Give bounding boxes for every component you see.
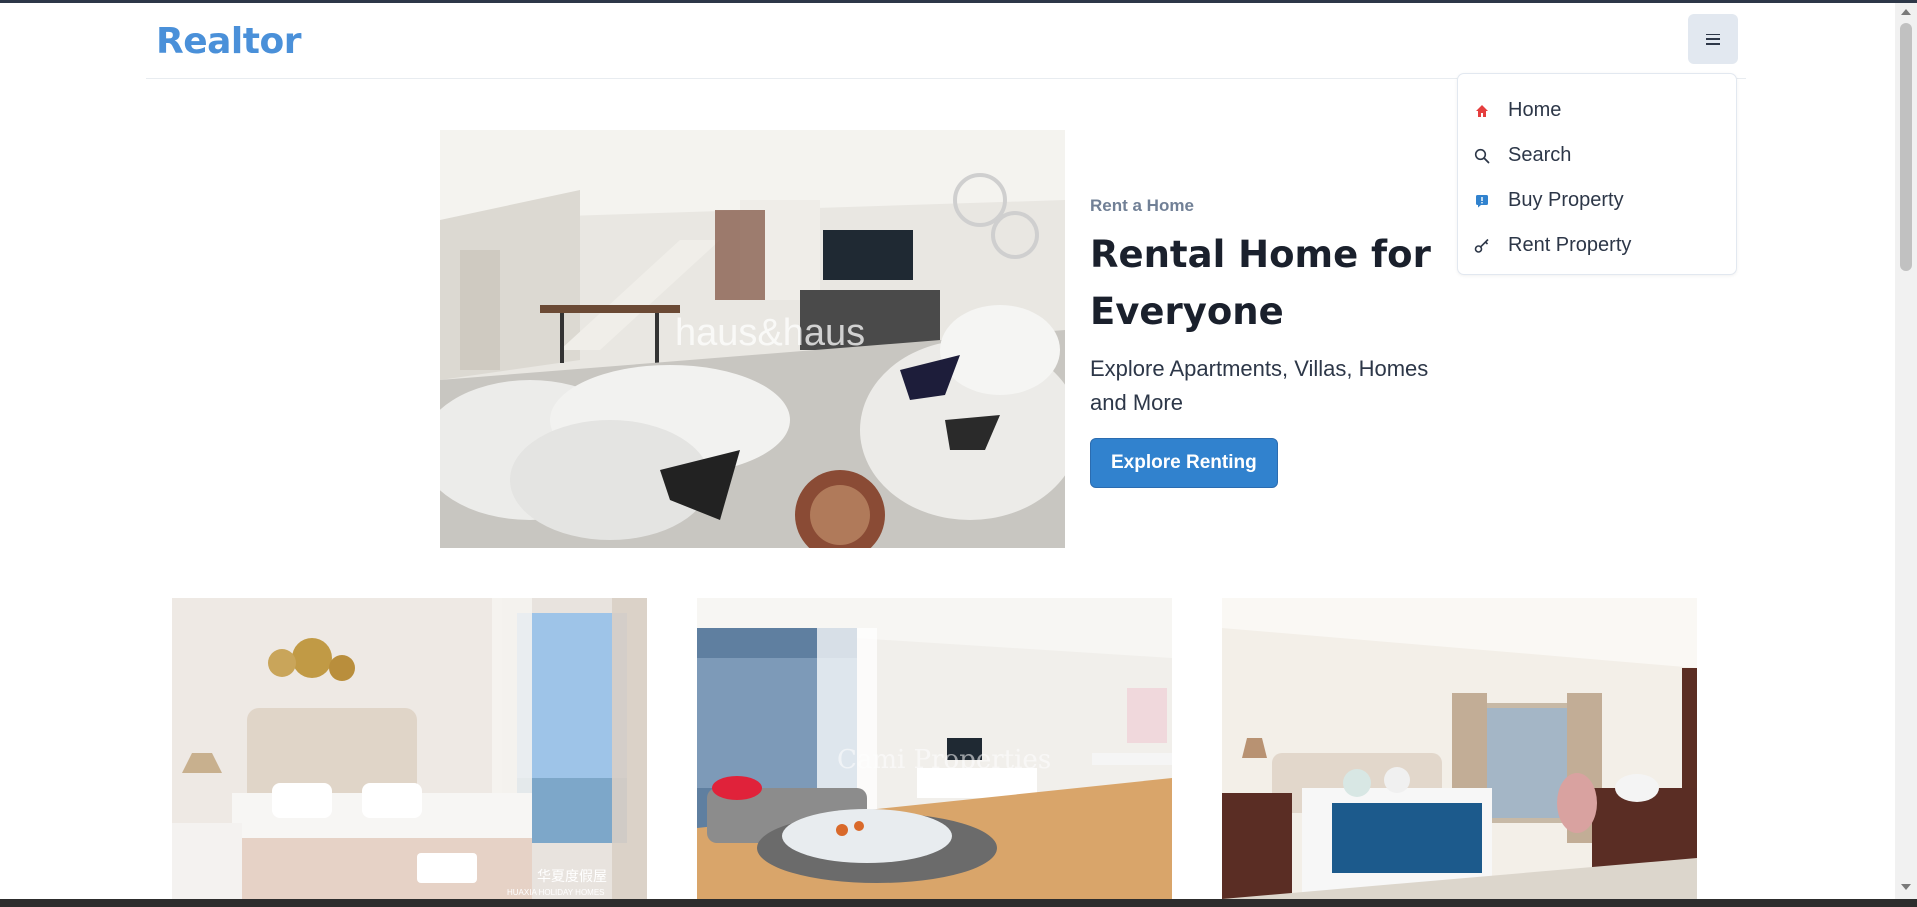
menu-item-rent-property[interactable]: Rent Property bbox=[1458, 223, 1736, 268]
hero-kicker: Rent a Home bbox=[1090, 196, 1194, 215]
dropdown-menu: Home Search Buy Property Rent Property bbox=[1457, 73, 1737, 275]
menu-item-label: Rent Property bbox=[1508, 234, 1632, 256]
scroll-up-arrow-icon[interactable] bbox=[1901, 9, 1911, 15]
listing-card[interactable]: 华夏度假屋 HUAXIA HOLIDAY HOMES bbox=[172, 598, 647, 899]
search-icon bbox=[1473, 147, 1491, 165]
buy-property-icon bbox=[1473, 192, 1491, 210]
menu-item-buy-property[interactable]: Buy Property bbox=[1458, 178, 1736, 223]
listing-watermark-sub: HUAXIA HOLIDAY HOMES bbox=[507, 888, 605, 897]
listing-watermark: Cami Properties bbox=[837, 745, 1051, 775]
listing-card[interactable] bbox=[1222, 598, 1697, 899]
vertical-scrollbar[interactable] bbox=[1895, 3, 1917, 899]
key-icon bbox=[1473, 237, 1491, 255]
window-bottom-border bbox=[0, 899, 1917, 907]
menu-item-label: Search bbox=[1508, 144, 1572, 166]
hero-text: Rent a Home Rental Home for Everyone Exp… bbox=[1090, 196, 1470, 488]
scrollbar-thumb[interactable] bbox=[1900, 23, 1912, 271]
explore-renting-button[interactable]: Explore Renting bbox=[1090, 438, 1278, 488]
hero-description: Explore Apartments, Villas, Homes and Mo… bbox=[1090, 356, 1429, 415]
menu-item-search[interactable]: Search bbox=[1458, 133, 1736, 178]
menu-item-label: Buy Property bbox=[1508, 189, 1624, 211]
hero-title: Rental Home for Everyone bbox=[1090, 233, 1431, 333]
hero-image-watermark: haus&haus bbox=[675, 312, 865, 354]
menu-toggle-button[interactable] bbox=[1688, 14, 1738, 64]
menu-item-label: Home bbox=[1508, 99, 1562, 121]
home-icon bbox=[1473, 102, 1491, 120]
brand-logo[interactable]: Realtor bbox=[156, 21, 301, 62]
hero-image: haus&haus bbox=[440, 130, 1065, 548]
listing-watermark: 华夏度假屋 bbox=[537, 869, 607, 885]
navbar: Realtor bbox=[146, 3, 1746, 79]
hamburger-icon bbox=[1706, 33, 1720, 45]
listing-card[interactable]: Cami Properties bbox=[697, 598, 1172, 899]
menu-item-home[interactable]: Home bbox=[1458, 88, 1736, 133]
scroll-down-arrow-icon[interactable] bbox=[1901, 884, 1911, 890]
